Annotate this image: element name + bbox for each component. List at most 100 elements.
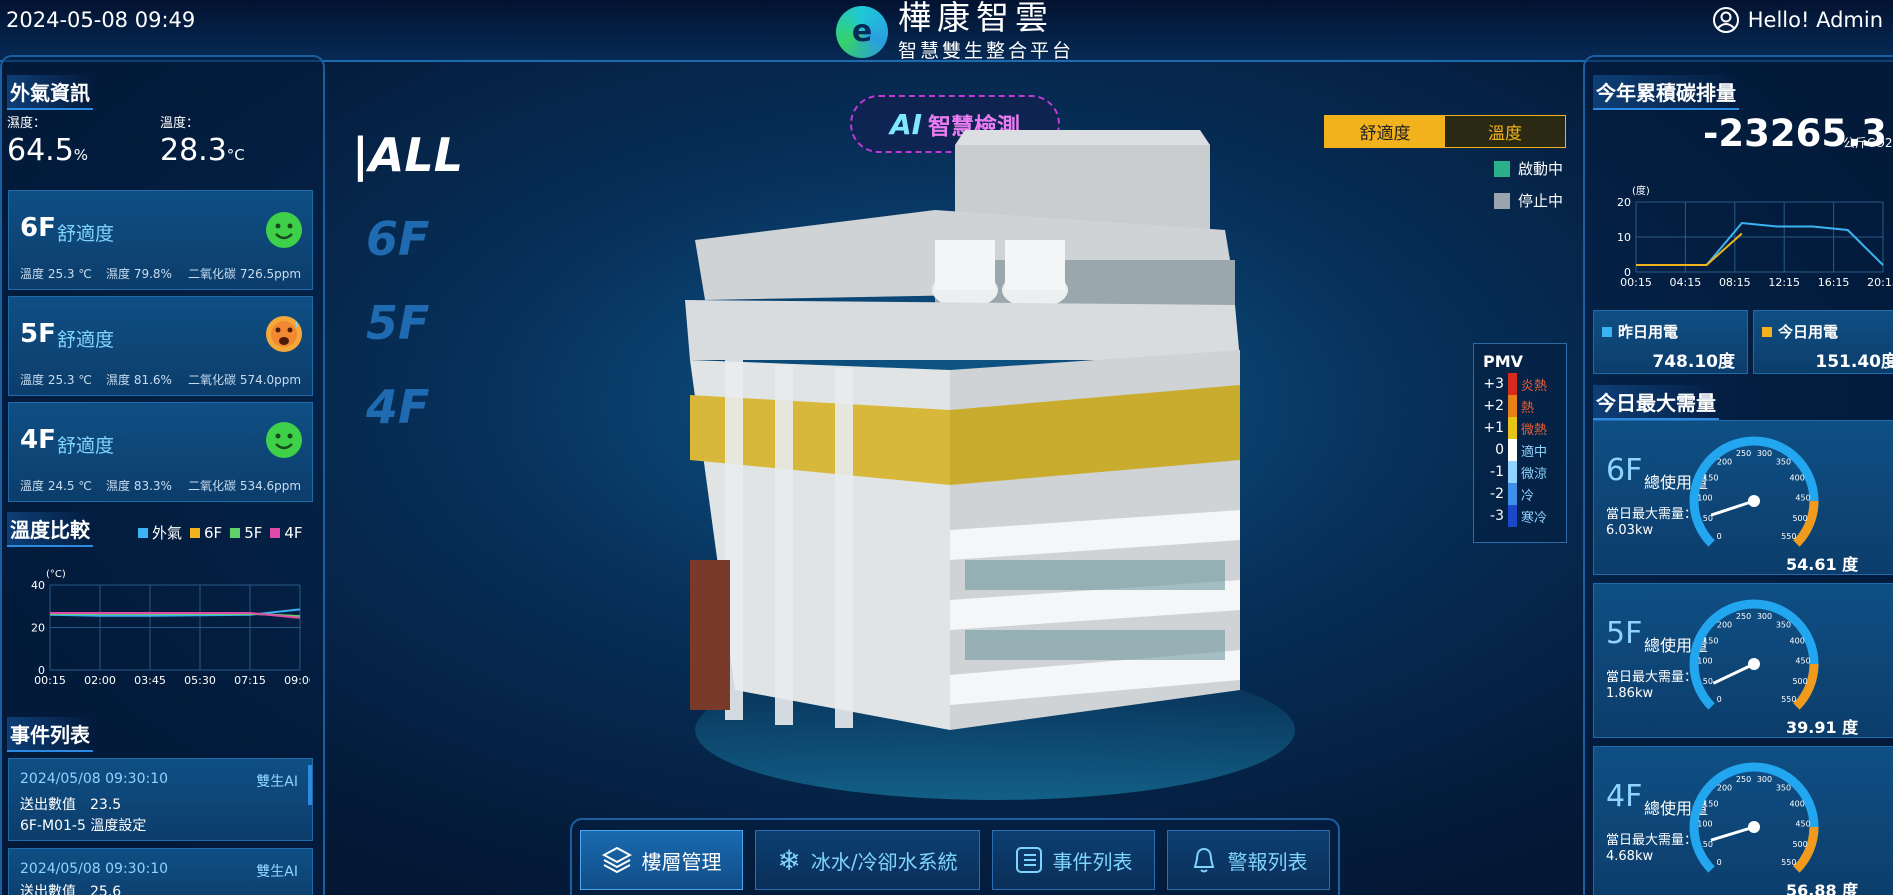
pmv-value: -1	[1490, 464, 1504, 480]
legend-label: 5F	[244, 523, 263, 542]
y-tick-label: 20	[31, 622, 45, 635]
happy-face-icon	[265, 211, 303, 253]
event-item[interactable]: 2024/05/08 09:30:10 雙生AI 送出數值 25.6	[8, 848, 313, 895]
x-tick-label: 03:45	[134, 674, 166, 687]
pmv-value: 0	[1495, 442, 1504, 458]
demand-reading: 39.91 度	[1786, 718, 1859, 737]
humidity-reading: 濕度 83.3%	[106, 479, 172, 493]
demand-card-5f[interactable]: 5F 總使用量 當日最大需量： 1.86kw 0 50 100 150 200 250 300 350…	[1593, 583, 1893, 738]
pmv-color-bar	[1508, 373, 1517, 395]
building-3d-model[interactable]	[665, 130, 1305, 820]
floor-label: 5F	[20, 319, 56, 349]
pmv-color-bar	[1508, 461, 1517, 483]
gauge-tick-label: 100	[1697, 493, 1712, 502]
pmv-label: 微熱	[1521, 422, 1548, 438]
floor-tab-4f[interactable]: 4F	[366, 380, 429, 434]
event-line1: 送出數值 23.5	[20, 797, 122, 813]
co2-reading: 二氧化碳 534.6ppm	[188, 479, 302, 493]
pmv-legend: PMV +3 炎熱 +2 熱 +1 微熱 0 適中 -1 微涼 -2 冷 -3 寒冷	[1473, 343, 1567, 543]
series-line-power	[1636, 232, 1743, 266]
status-stopped: 停止中	[1494, 190, 1563, 211]
floor-tab-6f[interactable]: 6F	[366, 212, 429, 266]
user-menu[interactable]: Hello! Admin	[1712, 6, 1883, 34]
floor-all-tab[interactable]: |ALL	[352, 128, 463, 182]
gauge-tick-label: 550	[1781, 532, 1796, 541]
nav-floor-management[interactable]: 樓層管理	[580, 830, 743, 890]
series-line-power	[1705, 221, 1884, 266]
gauge-tick-label: 500	[1792, 840, 1807, 849]
gauge-tick-label: 250	[1736, 449, 1751, 458]
snowflake-icon: ❄	[777, 843, 801, 877]
view-toggle: 舒適度 溫度	[1324, 115, 1566, 148]
pmv-label: 適中	[1521, 444, 1548, 460]
today-swatch	[1762, 326, 1772, 337]
comfort-card-4f[interactable]: 4F 舒適度 溫度 24.5 ℃ 濕度 83.3% 二氧化碳 534.6ppm	[8, 402, 313, 502]
toggle-comfort[interactable]: 舒適度	[1325, 116, 1445, 147]
gauge-tick-label: 0	[1717, 695, 1722, 704]
event-time: 2024/05/08 09:30:10	[20, 861, 169, 877]
pmv-color-bar	[1508, 505, 1517, 527]
user-greeting: Hello! Admin	[1747, 8, 1883, 32]
nav-event-list[interactable]: 事件列表	[992, 830, 1155, 890]
carbon-unit: 公斤CO2	[1843, 136, 1893, 150]
yesterday-value: 748.10度	[1652, 352, 1735, 372]
y-tick-label: 20	[1617, 196, 1631, 209]
pmv-label: 寒冷	[1521, 510, 1548, 526]
status-running: 啟動中	[1494, 158, 1563, 179]
demand-card-6f[interactable]: 6F 總使用量 當日最大需量： 6.03kw 0 50 100 150 200 250 300 350…	[1593, 420, 1893, 575]
gauge-tick-label: 550	[1781, 695, 1796, 704]
happy-face-icon	[265, 421, 303, 463]
co2-reading: 二氧化碳 574.0ppm	[188, 373, 302, 387]
gauge-tick-label: 500	[1792, 514, 1807, 523]
gauge-tick-label: 150	[1703, 636, 1718, 645]
floor-label: 4F	[20, 425, 56, 455]
toggle-temp[interactable]: 溫度	[1445, 116, 1565, 147]
event-item[interactable]: 2024/05/08 09:30:10 雙生AI 送出數值 23.5 6F-M0…	[8, 758, 313, 841]
gauge-tick-label: 300	[1757, 449, 1772, 458]
legend-label: 4F	[284, 523, 303, 542]
x-tick-label: 02:00	[84, 674, 116, 687]
gauge-tick-label: 250	[1736, 775, 1751, 784]
logo-mark-icon: e	[836, 5, 888, 58]
demand-title: 今日最大需量	[1593, 385, 1719, 420]
y-axis-label: (°C)	[46, 569, 66, 580]
gauge-tick-label: 200	[1717, 621, 1732, 630]
gauge-tick-label: 450	[1795, 493, 1810, 502]
gauge-tick-label: 300	[1757, 775, 1772, 784]
humidity-value: 64.5%	[7, 133, 89, 168]
pmv-value: -2	[1490, 486, 1504, 502]
scrollbar[interactable]	[308, 765, 312, 805]
event-source: 雙生AI	[256, 864, 298, 880]
gauge-needle	[1710, 825, 1755, 842]
floor-tab-5f[interactable]: 5F	[366, 296, 429, 350]
yesterday-label: 昨日用電	[1618, 323, 1679, 341]
pmv-row: +1 微熱	[1474, 417, 1566, 439]
nav-label: 事件列表	[1052, 849, 1133, 874]
y-tick-label: 10	[1617, 231, 1631, 244]
pmv-row: -2 冷	[1474, 483, 1566, 505]
logo-subtitle: 智慧雙生整合平台	[898, 40, 1075, 62]
pmv-label: 熱	[1521, 400, 1535, 416]
temp-reading: 溫度 24.5 ℃	[20, 479, 92, 493]
gauge-tick-label: 0	[1717, 532, 1722, 541]
gauge-tick-label: 400	[1790, 473, 1805, 482]
pmv-label: 炎熱	[1521, 378, 1548, 394]
temp-compare-legend: 外氣 6F 5F 4F	[130, 522, 303, 543]
yesterday-power-card: 昨日用電 748.10度	[1593, 310, 1748, 374]
nav-alarm-list[interactable]: 警報列表	[1167, 830, 1330, 890]
demand-reading: 54.61 度	[1786, 555, 1859, 574]
gauge-tick-label: 500	[1792, 677, 1807, 686]
nav-label: 冰水/冷卻水系統	[810, 849, 958, 874]
comfort-card-6f[interactable]: 6F 舒適度 溫度 25.3 ℃ 濕度 79.8% 二氧化碳 726.5ppm	[8, 190, 313, 290]
y-tick-label: 40	[31, 579, 45, 592]
event-source: 雙生AI	[256, 774, 298, 790]
x-tick-label: 16:15	[1818, 276, 1850, 289]
today-value: 151.40度	[1815, 352, 1893, 372]
x-tick-label: 00:15	[34, 674, 66, 687]
yesterday-swatch	[1602, 326, 1612, 337]
demand-card-4f[interactable]: 4F 總使用量 當日最大需量： 4.68kw 0 50 100 150 200 250 300 350…	[1593, 746, 1893, 895]
gauge-tick-label: 400	[1790, 636, 1805, 645]
comfort-card-5f[interactable]: 5F 舒適度 溫度 25.3 ℃ 濕度 81.6% 二氧化碳 574.0ppm	[8, 296, 313, 396]
nav-chiller-system[interactable]: ❄ 冰水/冷卻水系統	[755, 830, 980, 890]
pmv-value: +2	[1483, 398, 1504, 414]
